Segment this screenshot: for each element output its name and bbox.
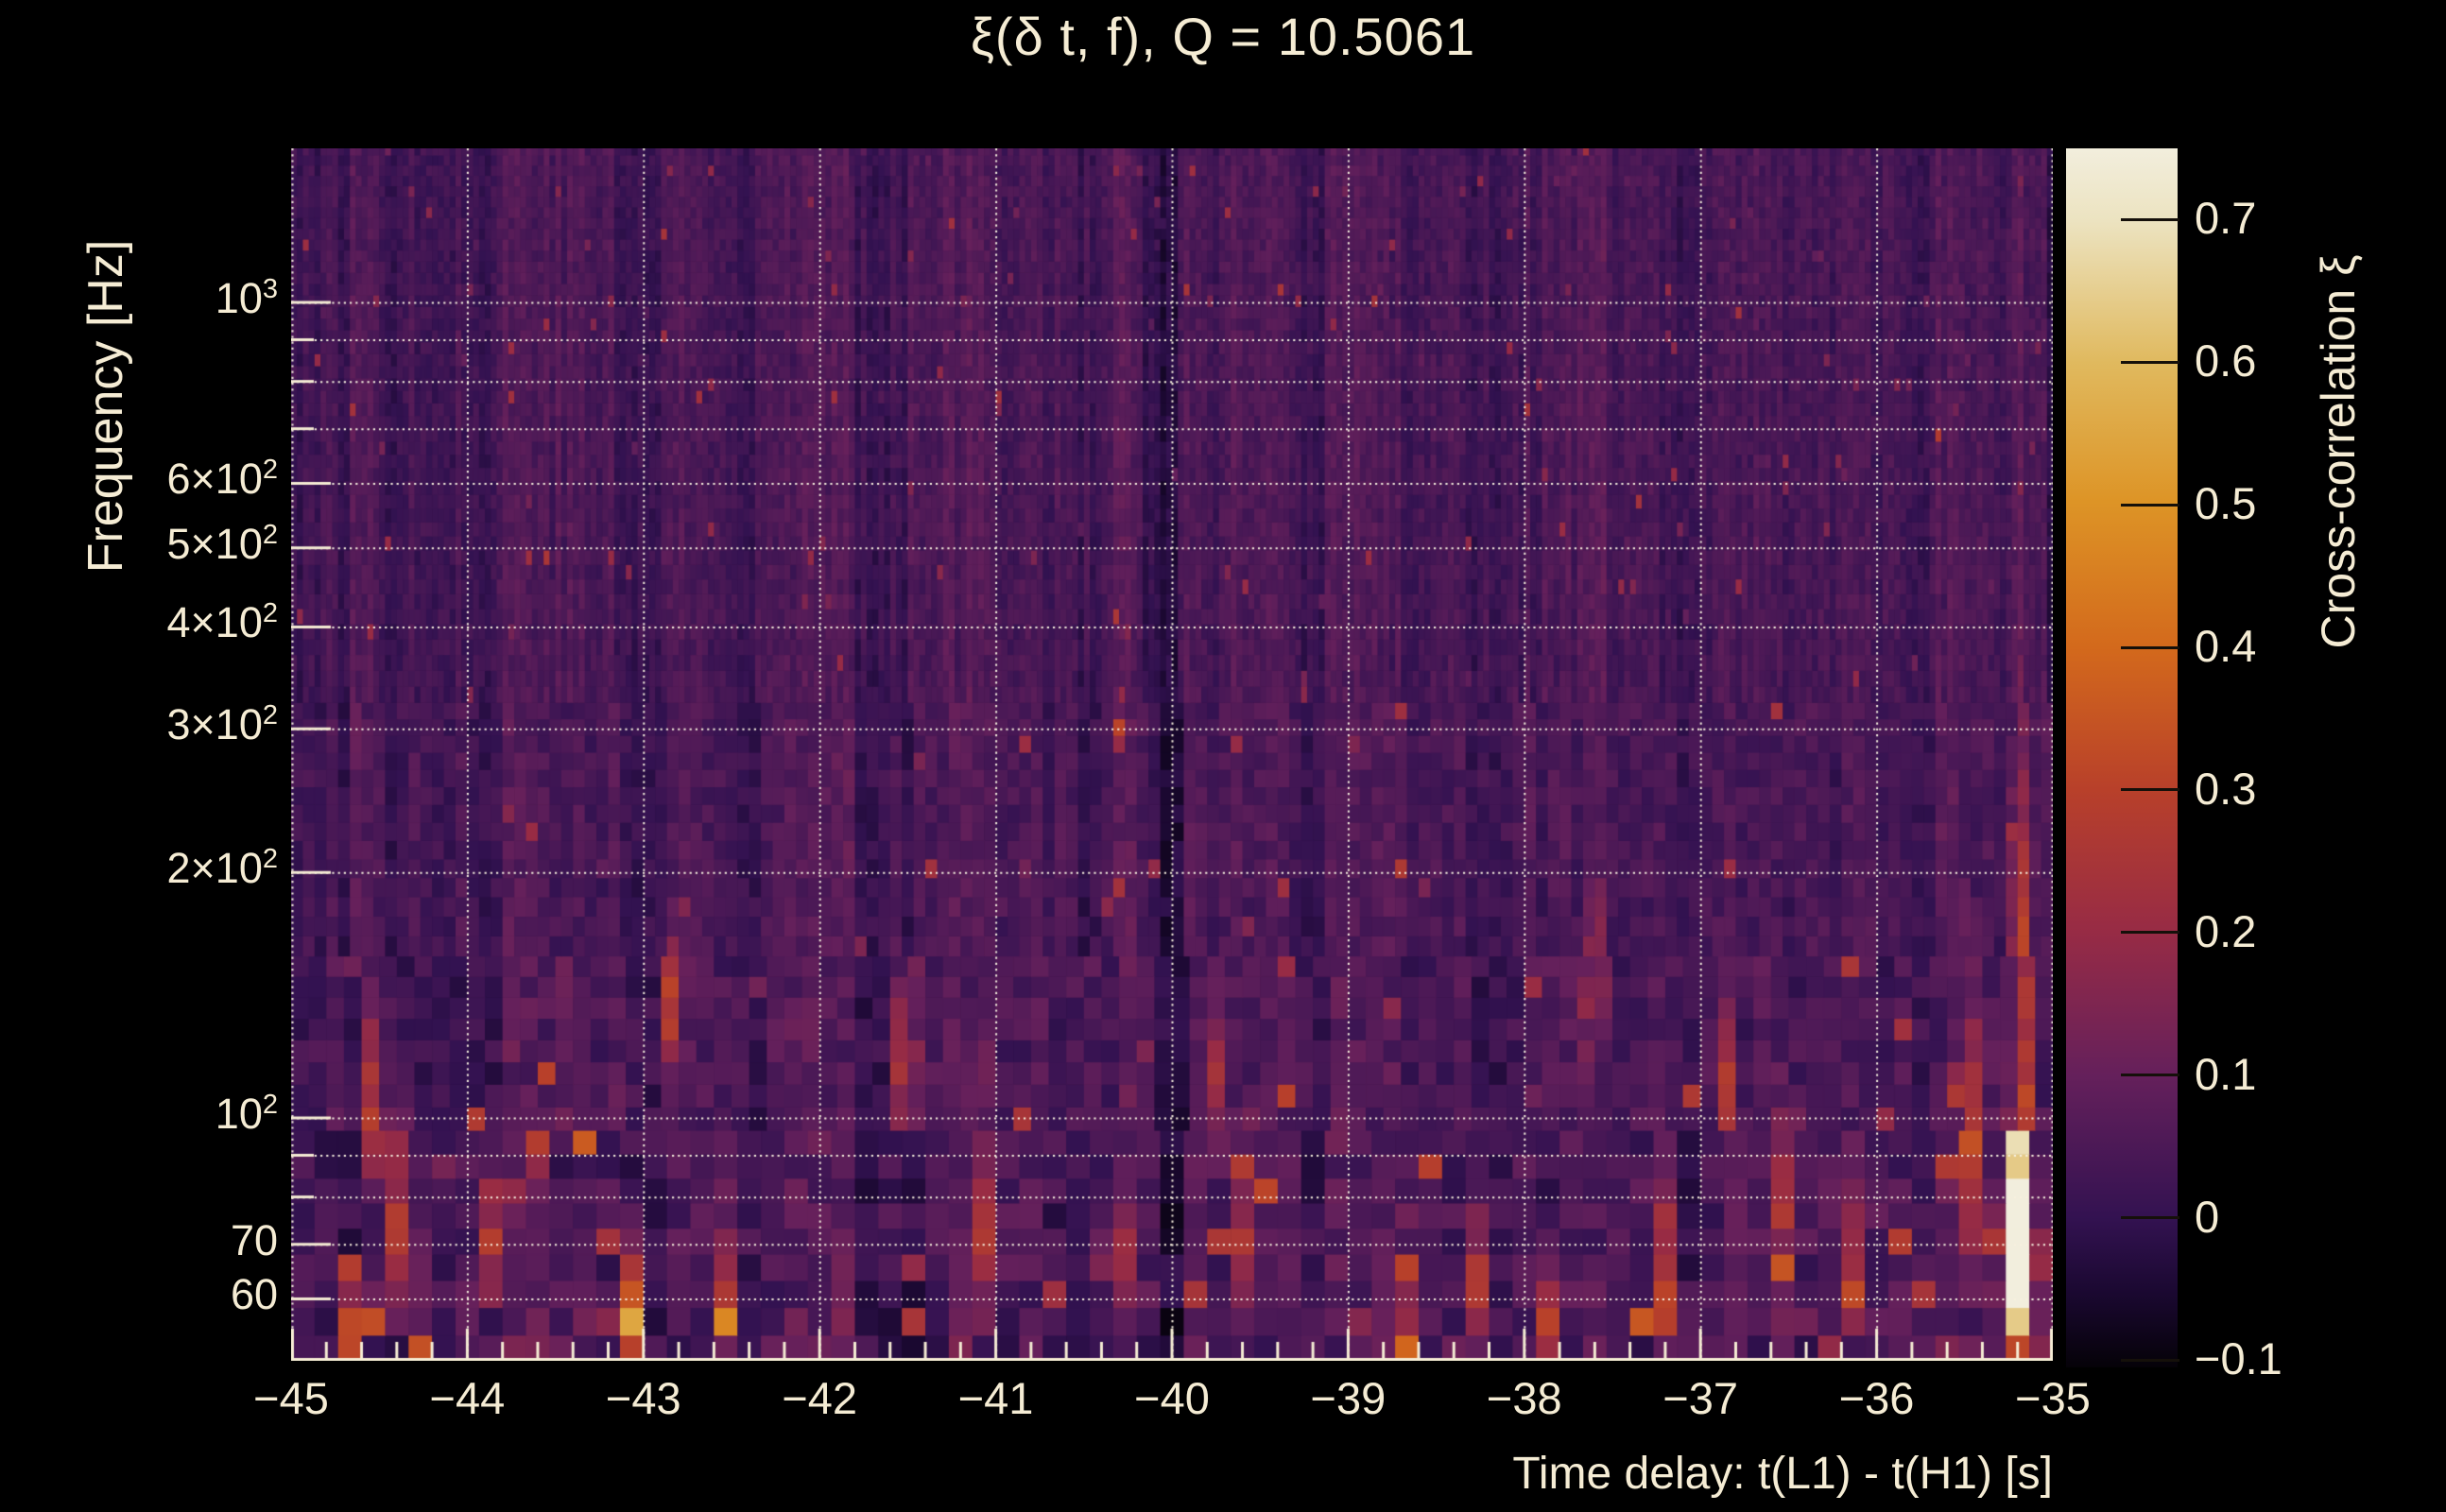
x-tick-label: −42 — [782, 1373, 858, 1423]
colorbar-tick-label: −0.1 — [2195, 1333, 2282, 1384]
colorbar-tick-mark — [2121, 1074, 2179, 1077]
colorbar-tick-label: 0.7 — [2195, 193, 2257, 244]
x-tick-label: −36 — [1838, 1373, 1915, 1423]
x-tick-label: −45 — [253, 1373, 329, 1423]
colorbar-tick-label: 0.6 — [2195, 335, 2257, 387]
colorbar-tick-label: 0.3 — [2195, 763, 2257, 814]
x-tick-label: −41 — [957, 1373, 1034, 1423]
y-tick-label: 103 — [215, 274, 278, 322]
x-tick-label: −38 — [1486, 1373, 1562, 1423]
y-tick-label: 6×102 — [166, 455, 278, 504]
colorbar-title: Cross-correlation ξ — [2312, 254, 2365, 649]
x-tick-label: −37 — [1662, 1373, 1739, 1423]
colorbar-tick-label: 0.2 — [2195, 905, 2257, 956]
colorbar-tick-mark — [2121, 1216, 2179, 1220]
figure: ξ(δ t, f), Q = 10.5061 Frequency [Hz] −4… — [0, 0, 2446, 1512]
colorbar-tick-mark — [2121, 217, 2179, 221]
x-axis-title: Time delay: t(L1) - t(H1) [s] — [1512, 1449, 2053, 1499]
y-tick-label: 5×102 — [166, 519, 278, 568]
colorbar-tick-mark — [2121, 360, 2179, 364]
colorbar-tick-mark — [2121, 645, 2179, 649]
colorbar-tick-mark — [2121, 503, 2179, 507]
colorbar-tick-mark — [2121, 931, 2179, 935]
y-tick-label: 4×102 — [166, 598, 278, 647]
x-tick-label: −40 — [1134, 1373, 1210, 1423]
x-tick-label: −39 — [1310, 1373, 1387, 1423]
x-tick-label: −44 — [429, 1373, 506, 1423]
colorbar-tick-label: 0.4 — [2195, 621, 2257, 672]
colorbar-tick-label: 0 — [2195, 1191, 2220, 1242]
colorbar-gradient — [2066, 148, 2178, 1367]
colorbar-tick-label: 0.5 — [2195, 478, 2257, 529]
y-tick-label: 70 — [230, 1215, 278, 1264]
y-tick-label: 60 — [230, 1270, 278, 1319]
colorbar-tick-mark — [2121, 1358, 2179, 1362]
x-tick-label: −43 — [605, 1373, 681, 1423]
y-tick-label: 102 — [215, 1090, 278, 1138]
plot-title: ξ(δ t, f), Q = 10.5061 — [970, 7, 1476, 66]
colorbar-tick-label: 0.1 — [2195, 1048, 2257, 1099]
y-tick-label: 2×102 — [166, 844, 278, 893]
x-tick-label: −35 — [2015, 1373, 2091, 1423]
colorbar-tick-mark — [2121, 788, 2179, 792]
y-tick-label: 3×102 — [166, 700, 278, 749]
heatmap-plot-area — [291, 148, 2053, 1361]
